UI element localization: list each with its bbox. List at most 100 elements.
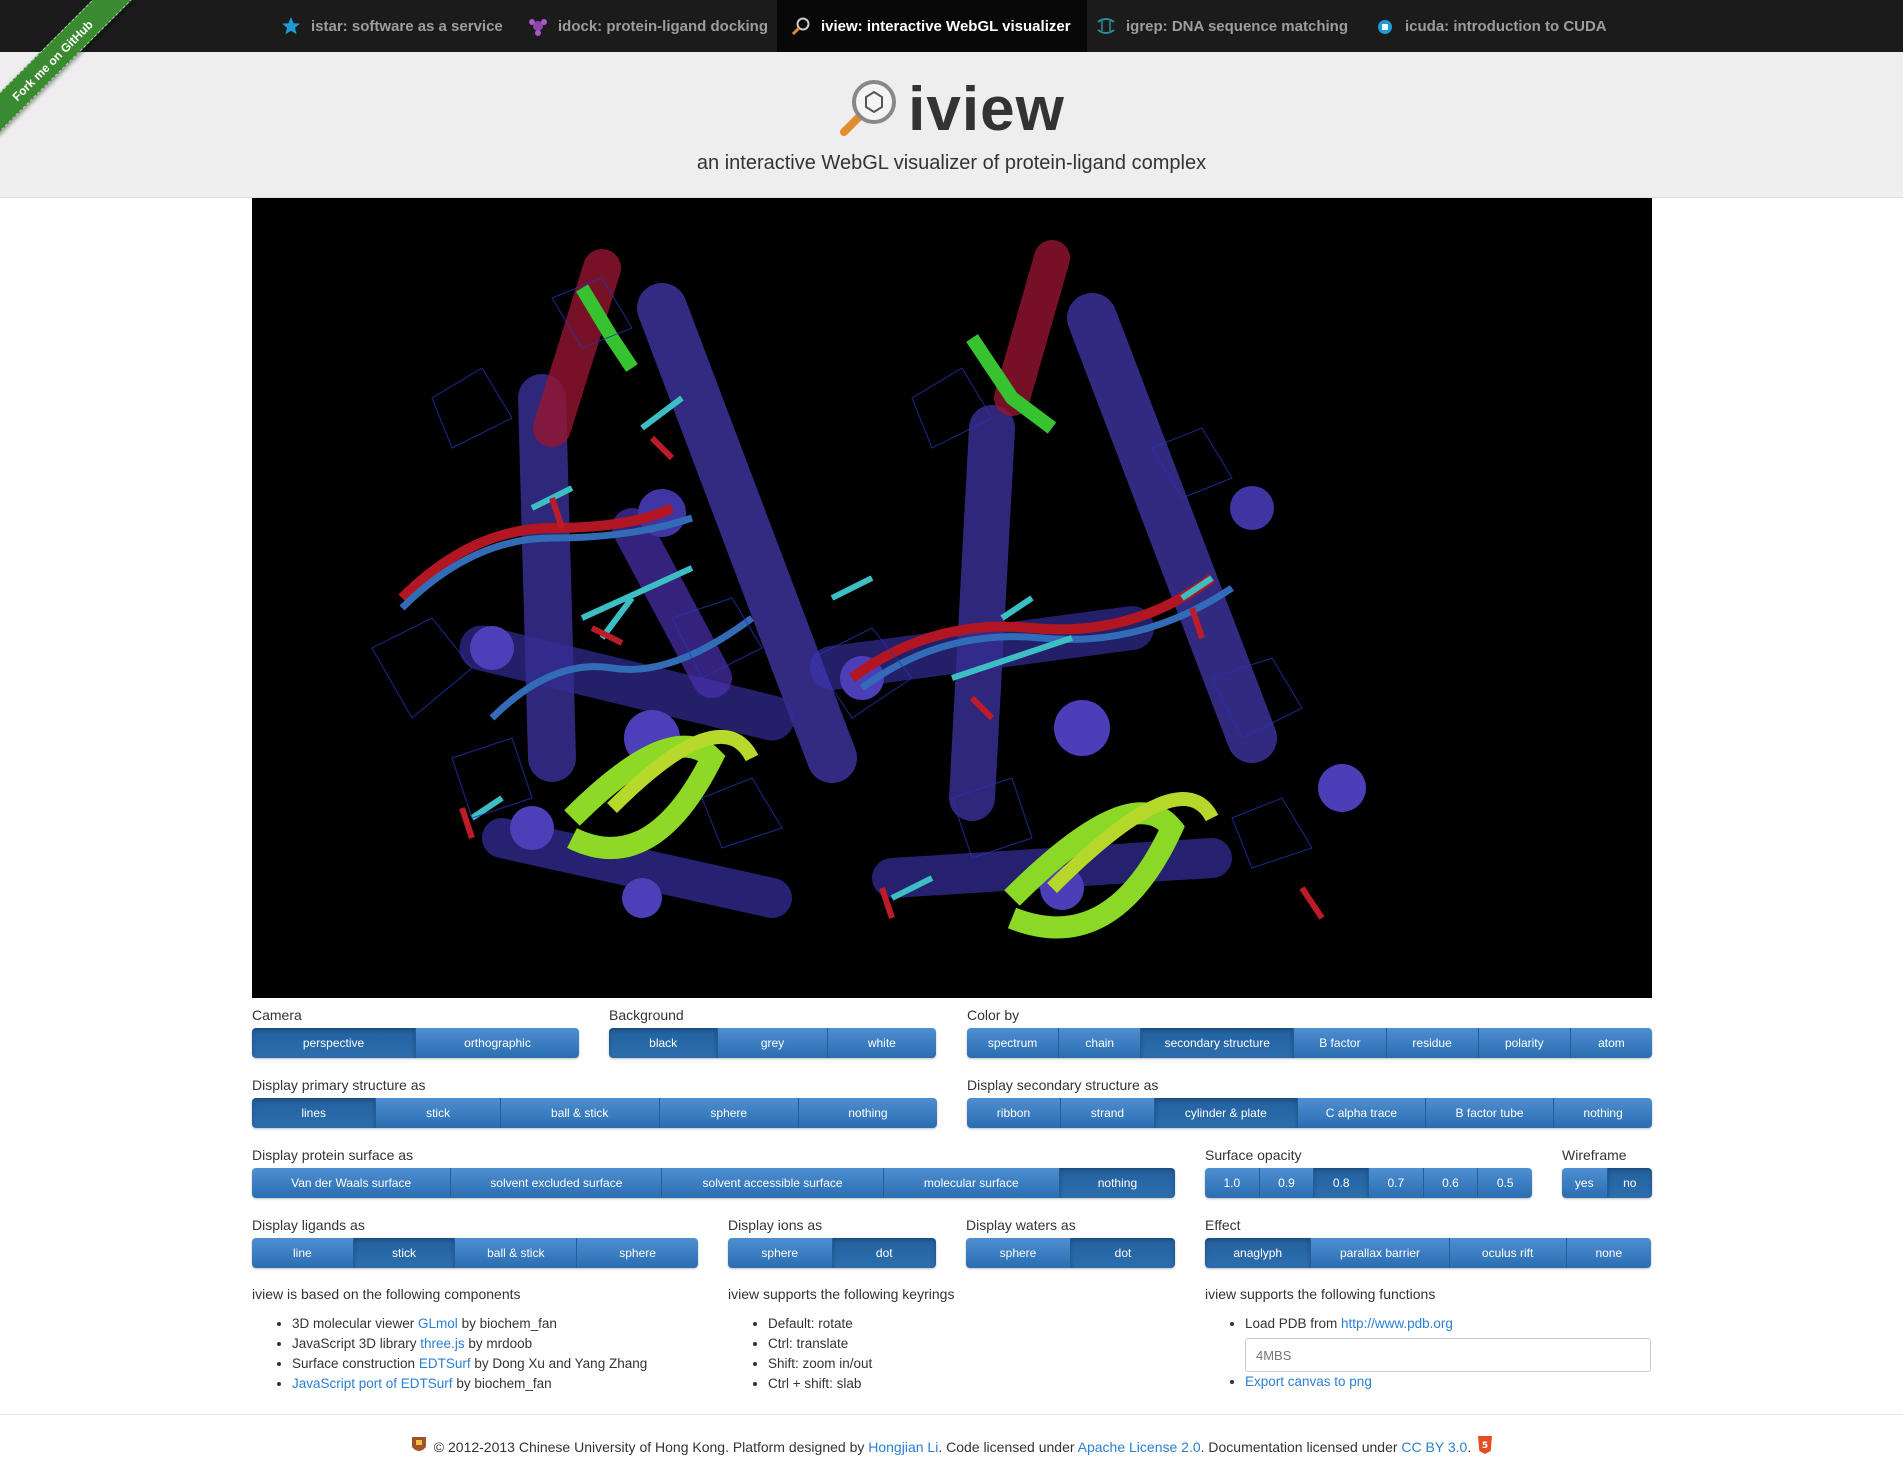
threejs-link[interactable]: three.js (420, 1336, 464, 1351)
author-link[interactable]: Hongjian Li (868, 1439, 938, 1455)
nav-igrep[interactable]: igrep: DNA sequence matching (1082, 0, 1362, 52)
pdb-id-input[interactable] (1245, 1338, 1651, 1372)
nav-istar[interactable]: istar: software as a service (267, 0, 517, 52)
ligand-line-button[interactable]: line (252, 1238, 354, 1268)
color-bfactor-button[interactable]: B factor (1294, 1028, 1387, 1058)
colorby-buttons: spectrum chain secondary structure B fac… (967, 1028, 1652, 1058)
effect-none-button[interactable]: none (1566, 1238, 1651, 1268)
nav-idock[interactable]: idock: protein-ligand docking (514, 0, 782, 52)
color-polarity-button[interactable]: polarity (1478, 1028, 1571, 1058)
opacity-buttons: 1.0 0.9 0.8 0.7 0.6 0.5 (1205, 1168, 1532, 1198)
color-residue-button[interactable]: residue (1386, 1028, 1479, 1058)
ligands-control: Display ligands as line stick ball & sti… (252, 1216, 698, 1268)
secondary-ribbon-button[interactable]: ribbon (967, 1098, 1061, 1128)
dna-icon (1096, 16, 1116, 36)
camera-perspective-button[interactable]: perspective (252, 1028, 416, 1058)
effect-anaglyph-button[interactable]: anaglyph (1205, 1238, 1312, 1268)
surface-vdw-button[interactable]: Van der Waals surface (252, 1168, 452, 1198)
color-secondary-structure-button[interactable]: secondary structure (1141, 1028, 1295, 1058)
export-png-link[interactable]: Export canvas to png (1245, 1374, 1372, 1389)
opacity-0-7-button[interactable]: 0.7 (1369, 1168, 1424, 1198)
item-text: by mrdoob (464, 1336, 533, 1351)
item-text: Surface construction (292, 1356, 419, 1371)
camera-label: Camera (252, 1007, 302, 1023)
pdb-link[interactable]: http://www.pdb.org (1341, 1316, 1453, 1331)
surface-nothing-button[interactable]: nothing (1059, 1168, 1175, 1198)
cc-license-link[interactable]: CC BY 3.0 (1401, 1439, 1467, 1455)
effect-parallax-barrier-button[interactable]: parallax barrier (1311, 1238, 1450, 1268)
secondary-cylinder-plate-button[interactable]: cylinder & plate (1154, 1098, 1298, 1128)
color-chain-button[interactable]: chain (1059, 1028, 1142, 1058)
effect-buttons: anaglyph parallax barrier oculus rift no… (1205, 1238, 1651, 1268)
ligand-sphere-button[interactable]: sphere (577, 1238, 698, 1268)
opacity-0-6-button[interactable]: 0.6 (1423, 1168, 1479, 1198)
nav-iview[interactable]: iview: interactive WebGL visualizer (777, 0, 1087, 52)
ligands-label: Display ligands as (252, 1217, 365, 1233)
surface-control: Display protein surface as Van der Waals… (252, 1146, 1175, 1198)
wireframe-no-button[interactable]: no (1607, 1168, 1652, 1198)
cuhk-logo-icon (410, 1435, 428, 1458)
effect-oculus-rift-button[interactable]: oculus rift (1449, 1238, 1567, 1268)
item-text: by biochem_fan (452, 1376, 552, 1391)
functions-section: iview supports the following functions L… (1205, 1286, 1665, 1392)
glmol-link[interactable]: GLmol (418, 1316, 458, 1331)
edtsurf-link[interactable]: EDTSurf (419, 1356, 471, 1371)
waters-buttons: sphere dot (966, 1238, 1175, 1268)
secondary-calpha-trace-button[interactable]: C alpha trace (1297, 1098, 1426, 1128)
camera-orthographic-button[interactable]: orthographic (416, 1028, 579, 1058)
background-white-button[interactable]: white (827, 1028, 936, 1058)
secondary-strand-button[interactable]: strand (1060, 1098, 1155, 1128)
fork-github-ribbon[interactable]: Fork me on GitHub (0, 0, 133, 140)
magnifier-logo-icon (838, 76, 900, 143)
water-dot-button[interactable]: dot (1071, 1238, 1175, 1268)
surface-solvent-excluded-button[interactable]: solvent excluded surface (451, 1168, 663, 1198)
background-buttons: black grey white (609, 1028, 936, 1058)
opacity-1-0-button[interactable]: 1.0 (1205, 1168, 1260, 1198)
webgl-canvas[interactable] (252, 198, 1652, 998)
effect-control: Effect anaglyph parallax barrier oculus … (1205, 1216, 1651, 1268)
list-item: Surface construction EDTSurf by Dong Xu … (292, 1354, 712, 1374)
background-black-button[interactable]: black (609, 1028, 719, 1058)
list-item: Ctrl + shift: slab (768, 1374, 1128, 1394)
primary-ball-stick-button[interactable]: ball & stick (500, 1098, 660, 1128)
footer-text: © 2012-2013 Chinese University of Hong K… (434, 1439, 1471, 1455)
functions-title: iview supports the following functions (1205, 1286, 1436, 1302)
molecule-icon (528, 16, 548, 36)
list-item: JavaScript 3D library three.js by mrdoob (292, 1334, 712, 1354)
ligand-ball-stick-button[interactable]: ball & stick (455, 1238, 578, 1268)
color-atom-button[interactable]: atom (1570, 1028, 1652, 1058)
ion-dot-button[interactable]: dot (832, 1238, 936, 1268)
apache-license-link[interactable]: Apache License 2.0 (1078, 1439, 1201, 1455)
color-spectrum-button[interactable]: spectrum (967, 1028, 1060, 1058)
background-control: Background black grey white (609, 1006, 936, 1058)
primary-lines-button[interactable]: lines (252, 1098, 377, 1128)
primary-stick-button[interactable]: stick (376, 1098, 501, 1128)
wireframe-buttons: yes no (1562, 1168, 1652, 1198)
opacity-0-5-button[interactable]: 0.5 (1478, 1168, 1532, 1198)
primary-nothing-button[interactable]: nothing (798, 1098, 937, 1128)
opacity-0-9-button[interactable]: 0.9 (1259, 1168, 1315, 1198)
opacity-label: Surface opacity (1205, 1147, 1302, 1163)
list-item: Ctrl: translate (768, 1334, 1128, 1354)
secondary-structure-buttons: ribbon strand cylinder & plate C alpha t… (967, 1098, 1652, 1128)
edtsurf-js-link[interactable]: JavaScript port of EDTSurf (292, 1376, 453, 1391)
ion-sphere-button[interactable]: sphere (728, 1238, 833, 1268)
wireframe-yes-button[interactable]: yes (1562, 1168, 1608, 1198)
opacity-0-8-button[interactable]: 0.8 (1314, 1168, 1370, 1198)
footer-mid: . Code licensed under (938, 1438, 1078, 1455)
components-section: iview is based on the following componen… (252, 1286, 712, 1394)
primary-structure-buttons: lines stick ball & stick sphere nothing (252, 1098, 937, 1128)
item-text: 3D molecular viewer (292, 1316, 419, 1331)
surface-molecular-button[interactable]: molecular surface (883, 1168, 1060, 1198)
top-navbar: istar: software as a service idock: prot… (0, 0, 1903, 52)
ligand-stick-button[interactable]: stick (353, 1238, 456, 1268)
ions-buttons: sphere dot (728, 1238, 936, 1268)
surface-solvent-accessible-button[interactable]: solvent accessible surface (662, 1168, 884, 1198)
secondary-bfactor-tube-button[interactable]: B factor tube (1425, 1098, 1555, 1128)
water-sphere-button[interactable]: sphere (966, 1238, 1071, 1268)
nav-icuda[interactable]: icuda: introduction to CUDA (1361, 0, 1621, 52)
footer-end: . (1467, 1438, 1472, 1455)
background-grey-button[interactable]: grey (718, 1028, 828, 1058)
secondary-nothing-button[interactable]: nothing (1554, 1098, 1652, 1128)
primary-sphere-button[interactable]: sphere (659, 1098, 799, 1128)
